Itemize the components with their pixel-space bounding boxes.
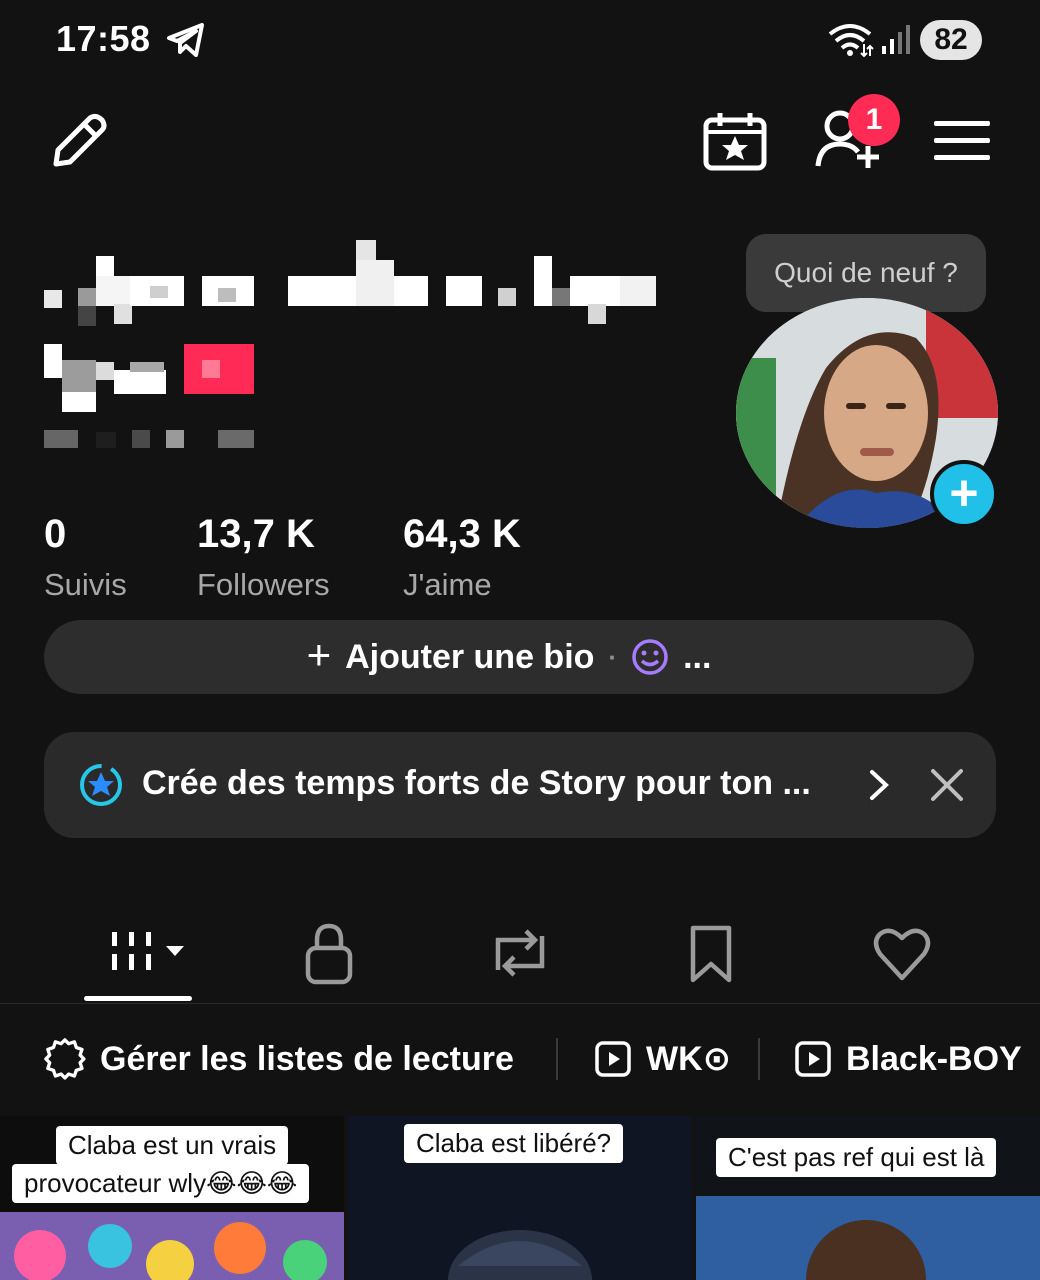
video-thumbnail[interactable]: C'est pas ref qui est là: [696, 1116, 1040, 1280]
chevron-right-icon[interactable]: [866, 768, 892, 802]
signal-icon: [882, 25, 910, 54]
stat-followers[interactable]: 13,7 K Followers: [197, 512, 330, 603]
content-tabs: [0, 904, 1040, 1004]
video-caption: Claba est libéré?: [404, 1124, 624, 1163]
edit-profile-icon[interactable]: [46, 110, 110, 174]
stat-value: 0: [44, 512, 67, 556]
stat-value: 13,7 K: [197, 512, 315, 556]
stat-label: J'aime: [403, 567, 492, 602]
active-tab-indicator: [84, 996, 192, 1001]
video-caption: Claba est un vrais: [56, 1126, 289, 1165]
add-story-button[interactable]: +: [930, 460, 998, 528]
menu-icon[interactable]: [932, 118, 992, 164]
story-highlights-banner[interactable]: Crée des temps forts de Story pour ton .…: [44, 732, 996, 838]
videos-grid-tab-icon[interactable]: [108, 918, 188, 988]
video-thumbnail[interactable]: Claba est un vrais provocateur wly😂😂😂: [0, 1116, 344, 1280]
playlist-label: Black-BOY: [846, 1039, 1022, 1078]
gear-icon: [44, 1038, 86, 1080]
playlist-play-icon: [795, 1041, 831, 1077]
stat-following[interactable]: 0 Suivis: [44, 512, 127, 603]
status-bar: 17:58 82: [0, 0, 1040, 80]
status-time: 17:58: [56, 18, 151, 59]
story-star-icon: [80, 764, 122, 806]
playlist-item[interactable]: WK⊙: [594, 1034, 731, 1084]
stat-label: Suivis: [44, 567, 127, 602]
heart-icon[interactable]: [872, 918, 932, 988]
playlist-item[interactable]: Black-BOY: [794, 1034, 1022, 1084]
close-icon[interactable]: [928, 766, 966, 804]
manage-playlists-button[interactable]: Gérer les listes de lecture: [44, 1034, 514, 1084]
plus-icon: +: [306, 631, 332, 678]
stat-label: Followers: [197, 567, 330, 602]
bookmark-icon[interactable]: [688, 918, 734, 988]
video-grid: Claba est un vrais provocateur wly😂😂😂 Cl…: [0, 1116, 1040, 1280]
video-caption: provocateur wly😂😂😂: [12, 1164, 310, 1203]
smile-icon: [632, 639, 668, 675]
wifi-icon: [828, 24, 874, 58]
repost-icon[interactable]: [488, 918, 552, 988]
story-banner-text: Crée des temps forts de Story pour ton .…: [142, 764, 811, 802]
divider: [758, 1038, 760, 1080]
manage-playlists-label: Gérer les listes de lecture: [100, 1039, 514, 1078]
lock-icon[interactable]: [302, 918, 356, 988]
video-thumbnail[interactable]: Claba est libéré?: [348, 1116, 692, 1280]
separator-dot: ·: [608, 641, 618, 672]
calendar-star-icon[interactable]: [702, 110, 768, 172]
telegram-icon: [167, 23, 204, 57]
notification-badge: 1: [848, 94, 900, 146]
video-caption: C'est pas ref qui est là: [716, 1138, 997, 1177]
playlists-row: Gérer les listes de lecture WK⊙ Black-BO…: [0, 1004, 1040, 1116]
battery-indicator: 82: [920, 20, 982, 60]
add-bio-button[interactable]: + Ajouter une bio · ...: [44, 620, 974, 694]
divider: [556, 1038, 558, 1080]
stat-value: 64,3 K: [403, 512, 521, 556]
stat-likes[interactable]: 64,3 K J'aime: [403, 512, 521, 603]
more-ellipsis: ...: [683, 637, 712, 676]
add-bio-label: Ajouter une bio: [345, 637, 595, 676]
playlist-label: WK⊙: [646, 1040, 732, 1078]
playlist-play-icon: [595, 1041, 631, 1077]
